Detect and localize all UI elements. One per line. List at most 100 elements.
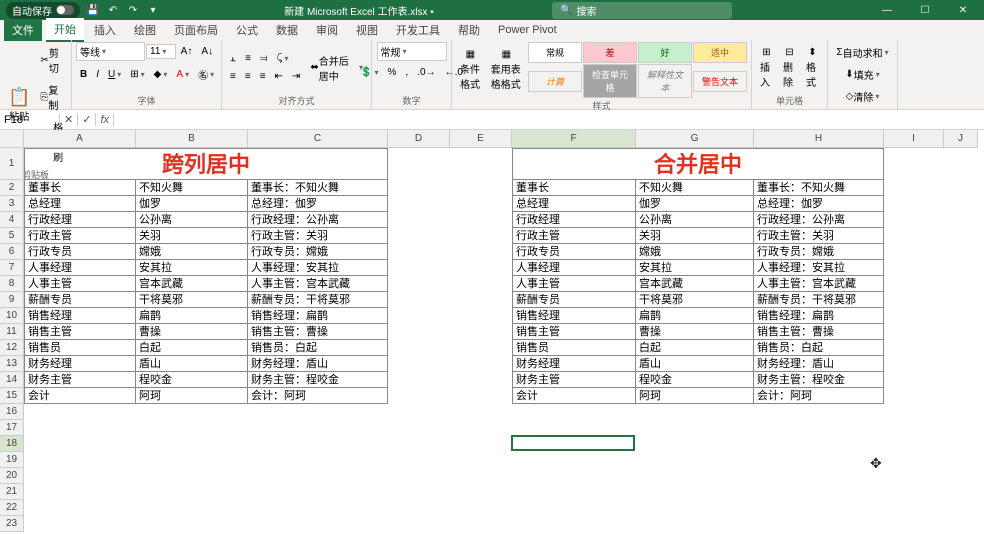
name-box[interactable]: F18: [0, 114, 60, 126]
cell[interactable]: 干将莫邪: [136, 292, 248, 308]
row-header[interactable]: 21: [0, 484, 24, 500]
cell[interactable]: 薪酬专员：干将莫邪: [248, 292, 388, 308]
cell[interactable]: 嫦娥: [636, 244, 754, 260]
cell[interactable]: 关羽: [636, 228, 754, 244]
row-header[interactable]: 16: [0, 404, 24, 420]
tab-开发工具[interactable]: 开发工具: [388, 19, 448, 41]
cell[interactable]: 伽罗: [136, 196, 248, 212]
tab-页面布局[interactable]: 页面布局: [166, 19, 226, 41]
cell[interactable]: 行政经理：公孙离: [754, 212, 884, 228]
cell[interactable]: 安其拉: [136, 260, 248, 276]
cell[interactable]: 销售经理: [512, 308, 636, 324]
align-center-icon[interactable]: ≡: [241, 68, 255, 85]
tab-开始[interactable]: 开始: [46, 18, 84, 42]
cell[interactable]: 行政主管: [512, 228, 636, 244]
align-bottom-icon[interactable]: ⫤: [256, 50, 272, 67]
cell[interactable]: 人事主管：宫本武藏: [248, 276, 388, 292]
cell[interactable]: 曹操: [636, 324, 754, 340]
indent-inc-icon[interactable]: ⇥: [288, 68, 304, 85]
align-right-icon[interactable]: ≡: [256, 68, 270, 85]
cell[interactable]: 宫本武藏: [136, 276, 248, 292]
row-header[interactable]: 15: [0, 388, 24, 404]
increase-font-icon[interactable]: A↑: [177, 43, 197, 60]
cell[interactable]: 曹操: [136, 324, 248, 340]
tab-帮助[interactable]: 帮助: [450, 19, 488, 41]
cell[interactable]: 薪酬专员：干将莫邪: [754, 292, 884, 308]
copy-button[interactable]: ⎘ 复制: [36, 79, 67, 115]
cell[interactable]: 行政专员：嫦娥: [754, 244, 884, 260]
cell[interactable]: 董事长：不知火舞: [754, 180, 884, 196]
fx-icon[interactable]: fx: [96, 114, 114, 126]
col-header[interactable]: B: [136, 130, 248, 148]
row-header[interactable]: 9: [0, 292, 24, 308]
row-header[interactable]: 10: [0, 308, 24, 324]
cell[interactable]: 合并居中: [512, 148, 884, 180]
cell[interactable]: 销售员：白起: [754, 340, 884, 356]
cell[interactable]: 销售经理：扁鹊: [754, 308, 884, 324]
format-cells-button[interactable]: ⬍格式: [802, 44, 823, 92]
row-header[interactable]: 7: [0, 260, 24, 276]
tab-数据[interactable]: 数据: [268, 19, 306, 41]
select-all-corner[interactable]: [0, 130, 24, 148]
cell[interactable]: 财务经理：盾山: [754, 356, 884, 372]
cell[interactable]: 销售主管：曹操: [754, 324, 884, 340]
cell[interactable]: 人事主管：宫本武藏: [754, 276, 884, 292]
cond-format-button[interactable]: ▦条件格式: [456, 46, 485, 94]
cell[interactable]: 跨列居中: [24, 148, 388, 180]
style-neutral[interactable]: 适中: [693, 42, 747, 63]
cut-button[interactable]: ✂ 剪切: [36, 42, 67, 78]
cell[interactable]: 会计：阿珂: [754, 388, 884, 404]
cancel-fx-icon[interactable]: ✕: [60, 113, 78, 126]
cell[interactable]: 人事主管: [512, 276, 636, 292]
cell[interactable]: 销售员: [24, 340, 136, 356]
style-warn[interactable]: 警告文本: [693, 71, 747, 92]
search-box[interactable]: 🔍 搜索: [552, 2, 732, 19]
save-icon[interactable]: 💾: [86, 3, 100, 17]
row-header[interactable]: 12: [0, 340, 24, 356]
cell[interactable]: 白起: [636, 340, 754, 356]
col-header[interactable]: J: [944, 130, 978, 148]
tab-公式[interactable]: 公式: [228, 19, 266, 41]
cell[interactable]: 程咬金: [136, 372, 248, 388]
cell[interactable]: 不知火舞: [636, 180, 754, 196]
row-header[interactable]: 18: [0, 436, 24, 452]
cell[interactable]: 会计: [24, 388, 136, 404]
cell[interactable]: 人事经理: [24, 260, 136, 276]
table-format-button[interactable]: ▦套用表格格式: [487, 46, 526, 94]
cell[interactable]: 财务主管: [512, 372, 636, 388]
cell[interactable]: 嫦娥: [136, 244, 248, 260]
style-good[interactable]: 好: [638, 42, 692, 63]
autosave-toggle[interactable]: 自动保存: [6, 2, 80, 19]
cell[interactable]: 总经理：伽罗: [248, 196, 388, 212]
bold-button[interactable]: B: [76, 66, 91, 83]
cell[interactable]: 关羽: [136, 228, 248, 244]
tab-插入[interactable]: 插入: [86, 19, 124, 41]
col-header[interactable]: D: [388, 130, 450, 148]
cell[interactable]: 行政主管：关羽: [754, 228, 884, 244]
cell[interactable]: 行政主管: [24, 228, 136, 244]
italic-button[interactable]: I: [92, 66, 103, 83]
tab-视图[interactable]: 视图: [348, 19, 386, 41]
font-color-button[interactable]: A▾: [172, 66, 193, 83]
cell[interactable]: 薪酬专员: [24, 292, 136, 308]
cell[interactable]: 薪酬专员: [512, 292, 636, 308]
cell[interactable]: 公孙离: [636, 212, 754, 228]
row-header[interactable]: 11: [0, 324, 24, 340]
row-header[interactable]: 17: [0, 420, 24, 436]
cell[interactable]: 人事经理: [512, 260, 636, 276]
cell[interactable]: 行政经理: [512, 212, 636, 228]
cell[interactable]: 阿珂: [136, 388, 248, 404]
style-normal[interactable]: 常规: [528, 42, 582, 63]
cell[interactable]: 扁鹊: [636, 308, 754, 324]
tab-Power Pivot[interactable]: Power Pivot: [490, 21, 565, 39]
row-header[interactable]: 4: [0, 212, 24, 228]
cell[interactable]: 人事经理：安其拉: [754, 260, 884, 276]
row-header[interactable]: 3: [0, 196, 24, 212]
align-left-icon[interactable]: ≡: [226, 68, 240, 85]
cell[interactable]: 财务主管：程咬金: [248, 372, 388, 388]
tab-绘图[interactable]: 绘图: [126, 19, 164, 41]
col-header[interactable]: G: [636, 130, 754, 148]
fill-color-button[interactable]: ◆▾: [150, 66, 172, 83]
tab-文件[interactable]: 文件: [4, 19, 42, 41]
row-header[interactable]: 22: [0, 500, 24, 516]
